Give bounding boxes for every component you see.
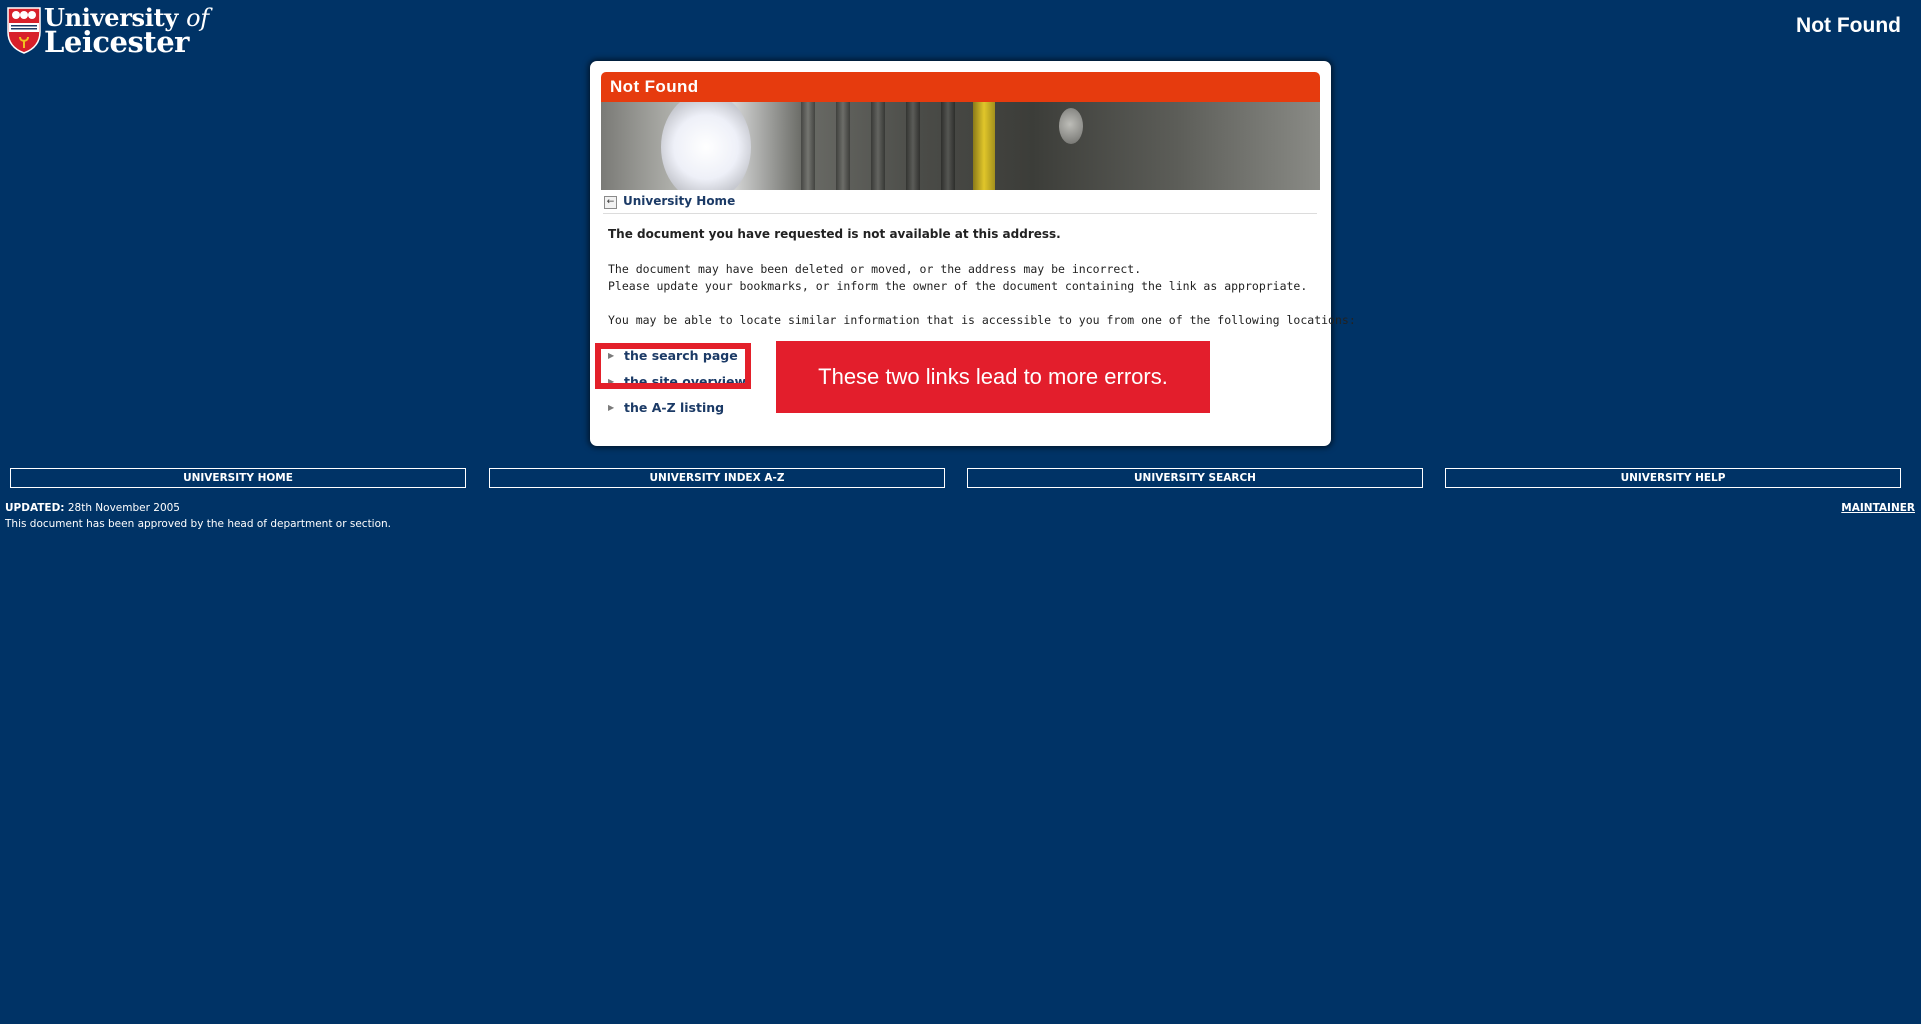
university-help-button[interactable]: UNIVERSITY HELP bbox=[1445, 468, 1901, 488]
arrow-right-icon: ▶ bbox=[608, 403, 615, 412]
banner-ridge bbox=[871, 102, 885, 190]
footer-nav: UNIVERSITY HOME UNIVERSITY INDEX A-Z UNI… bbox=[10, 468, 1906, 488]
annotation-callout: These two links lead to more errors. bbox=[776, 341, 1210, 413]
updated-date: 28th November 2005 bbox=[64, 502, 180, 514]
page-title: Not Found bbox=[1796, 14, 1901, 37]
crest-icon bbox=[7, 7, 41, 54]
back-arrow-icon[interactable]: ← bbox=[604, 196, 617, 209]
maintainer-link[interactable]: MAINTAINER bbox=[1841, 500, 1915, 516]
university-logo[interactable]: University of Leicester bbox=[6, 4, 209, 59]
banner-ridge bbox=[836, 102, 850, 190]
banner-yellow-band bbox=[973, 102, 995, 190]
logo-line-2: Leicester bbox=[44, 25, 189, 59]
banner-image bbox=[601, 102, 1320, 190]
update-info: UPDATED: 28th November 2005 This documen… bbox=[5, 500, 391, 532]
approval-text: This document has been approved by the h… bbox=[5, 518, 392, 530]
banner-lamp bbox=[661, 102, 751, 190]
university-home-button[interactable]: UNIVERSITY HOME bbox=[10, 468, 466, 488]
error-panel: Not Found ← University Home The document… bbox=[590, 61, 1356, 446]
banner-ridge bbox=[801, 102, 815, 190]
university-search-button[interactable]: UNIVERSITY SEARCH bbox=[967, 468, 1423, 488]
panel-title: Not Found bbox=[610, 77, 699, 96]
annotation-text: These two links lead to more errors. bbox=[818, 364, 1168, 389]
highlight-box bbox=[595, 343, 751, 389]
error-line-3: You may be able to locate similar inform… bbox=[608, 313, 1356, 327]
panel-title-bar: Not Found bbox=[601, 72, 1320, 102]
error-line-1: The document may have been deleted or mo… bbox=[608, 262, 1142, 276]
banner-ridge bbox=[941, 102, 955, 190]
error-line-2: Please update your bookmarks, or inform … bbox=[608, 279, 1308, 293]
banner-ridge bbox=[906, 102, 920, 190]
a-z-listing-link[interactable]: the A-Z listing bbox=[624, 400, 724, 415]
banner-knob bbox=[1059, 108, 1083, 144]
updated-label: UPDATED: bbox=[5, 502, 65, 514]
breadcrumb: ← University Home bbox=[603, 193, 1317, 214]
university-index-button[interactable]: UNIVERSITY INDEX A-Z bbox=[489, 468, 945, 488]
university-home-link[interactable]: University Home bbox=[623, 194, 735, 208]
error-heading: The document you have requested is not a… bbox=[608, 227, 1061, 241]
updated-line: UPDATED: 28th November 2005 bbox=[5, 500, 391, 516]
